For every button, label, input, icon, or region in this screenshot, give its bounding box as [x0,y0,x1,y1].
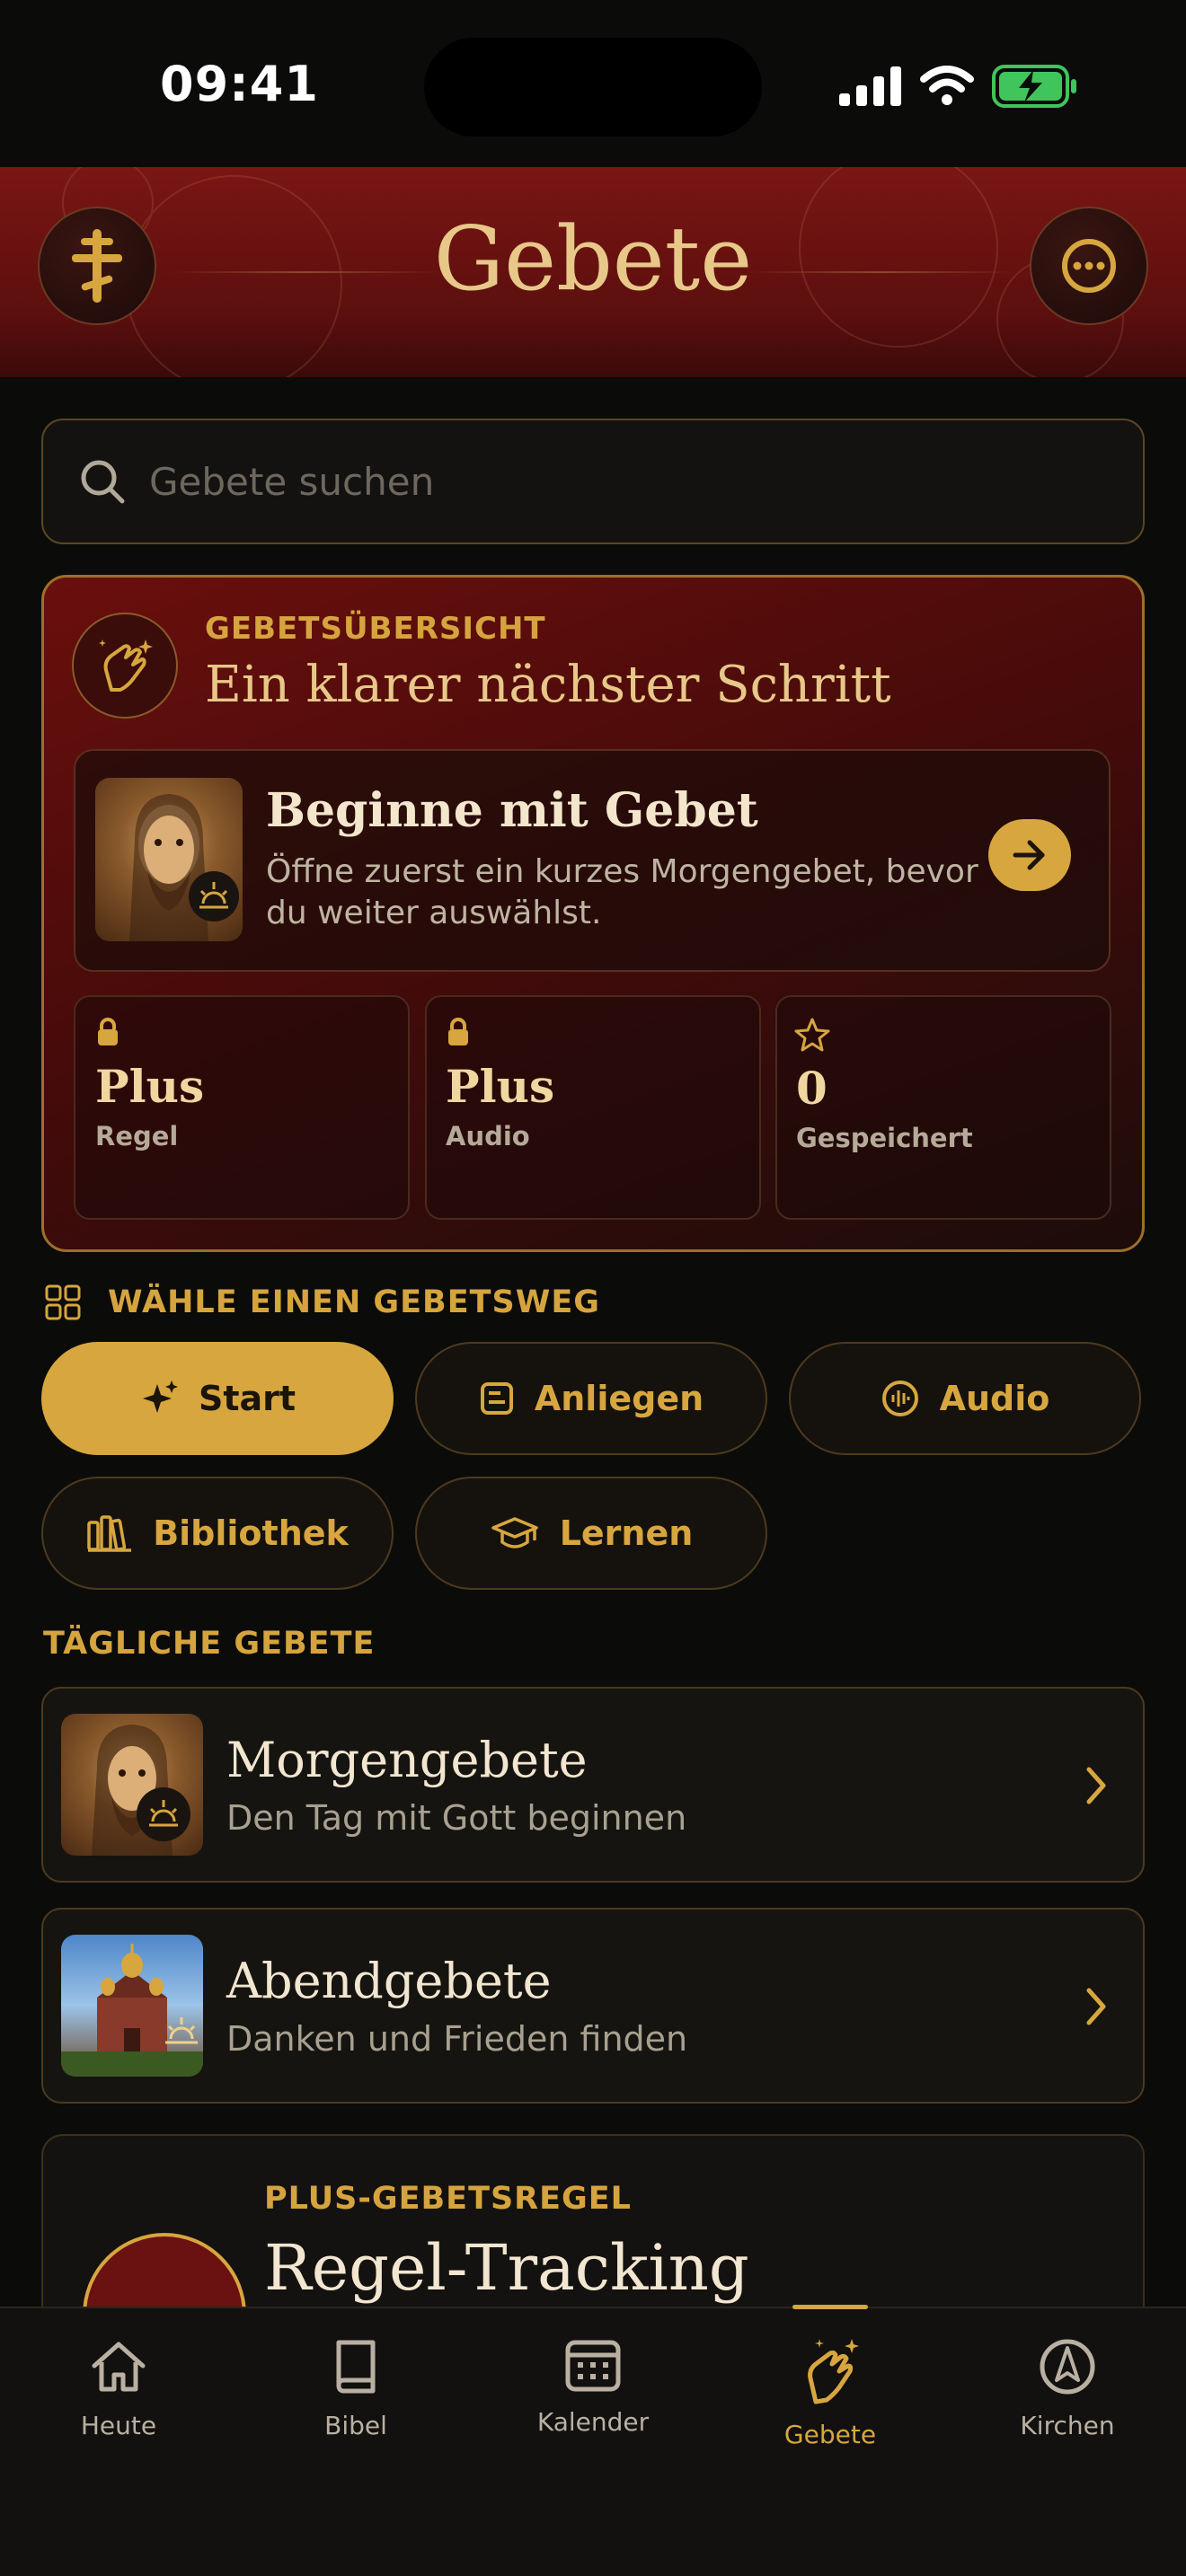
wifi-icon [920,66,974,105]
chip-audio-label: Audio [939,1379,1050,1418]
sunset-icon [165,2017,198,2044]
overview-title: Ein klarer nächster Schritt [205,656,891,714]
stat-saved-value: 0 [796,1062,828,1115]
tab-bibel-label: Bibel [324,2411,387,2440]
status-time: 09:41 [160,56,319,112]
home-icon [92,2342,146,2392]
chip-start[interactable]: Start [41,1342,394,1455]
search-bar[interactable]: Gebete suchen [41,419,1145,544]
active-tab-indicator [792,2305,868,2309]
lock-icon [98,1018,118,1045]
praying-hands-icon [808,2339,859,2404]
tab-bibel[interactable]: Bibel [266,2335,446,2440]
arrow-right-icon [1013,840,1045,870]
overview-label: GEBETSÜBERSICHT [205,611,546,647]
overview-badge [72,613,178,719]
chip-anliegen[interactable]: Anliegen [415,1342,767,1455]
graduation-cap-icon [491,1517,538,1548]
sparkle-icon [142,1381,178,1413]
morning-prayer-subtitle: Den Tag mit Gott beginnen [226,1798,687,1838]
tab-kirchen[interactable]: Kirchen [978,2335,1157,2440]
daily-prayers-label: TÄGLICHE GEBETE [43,1626,376,1662]
search-icon [81,460,125,504]
tab-gebete-label: Gebete [783,2420,877,2449]
chip-bibliothek-label: Bibliothek [153,1513,349,1553]
star-icon [794,1018,830,1052]
chip-lernen-label: Lernen [559,1513,694,1553]
begin-prayer-subtitle: Öffne zuerst ein kurzes Morgengebet, bev… [266,853,978,931]
pathways-label: WÄHLE EINEN GEBETSWEG [108,1284,600,1320]
ellipsis-circle-icon [1062,239,1116,293]
compass-icon [1040,2339,1095,2395]
chip-audio[interactable]: Audio [789,1342,1141,1455]
sunrise-icon [149,1800,178,1827]
tab-kalender[interactable]: Kalender [503,2335,683,2437]
chip-lernen[interactable]: Lernen [415,1477,767,1590]
page-title: Gebete [433,208,753,311]
morning-prayer-image [61,1714,203,1856]
evening-prayer-title: Abendgebete [226,1953,552,2009]
prayer-row-morning[interactable] [41,1687,1145,1883]
more-options-button[interactable] [1030,207,1148,325]
tab-kalender-label: Kalender [536,2407,650,2437]
search-input[interactable]: Gebete suchen [149,460,434,504]
cellular-signal-icon [839,66,901,106]
stat-saved-label: Gespeichert [796,1123,973,1153]
chip-anliegen-label: Anliegen [534,1379,704,1418]
tab-heute[interactable]: Heute [29,2335,208,2440]
calendar-icon [565,2340,621,2392]
audio-icon [881,1381,918,1416]
lock-icon [448,1018,468,1045]
stat-audio-value: Plus [446,1060,555,1113]
sunrise-icon [199,882,228,909]
stat-rule-value: Plus [95,1060,205,1113]
tab-heute-label: Heute [80,2411,157,2440]
morning-prayer-title: Morgengebete [226,1732,588,1788]
prayer-row-evening[interactable] [41,1908,1145,2104]
grid-icon [45,1284,81,1320]
sunrise-badge [189,871,239,922]
tab-kirchen-label: Kirchen [1020,2411,1115,2440]
chevron-right-icon [1086,1767,1106,1804]
book-icon [336,2340,376,2394]
note-icon [480,1382,513,1415]
chevron-right-icon [1086,1988,1106,2025]
chip-bibliothek[interactable]: Bibliothek [41,1477,394,1590]
morning-sunrise-badge [137,1787,190,1841]
praying-hands-icon [99,640,153,692]
begin-prayer-go-button[interactable] [988,819,1071,891]
begin-prayer-title: Beginne mit Gebet [266,783,758,838]
stat-rule-label: Regel [95,1121,179,1151]
plus-rule-title: Regel-Tracking [264,2231,749,2305]
dynamic-island [424,38,762,137]
evening-prayer-subtitle: Danken und Frieden finden [226,2019,688,2059]
library-icon [87,1515,132,1552]
evening-prayer-image [61,1935,203,2077]
chip-start-label: Start [198,1379,296,1418]
battery-charging-icon [992,65,1076,108]
tab-gebete[interactable]: Gebete [740,2335,920,2449]
plus-rule-label: PLUS-GEBETSREGEL [264,2181,632,2217]
stat-audio-label: Audio [446,1121,530,1151]
